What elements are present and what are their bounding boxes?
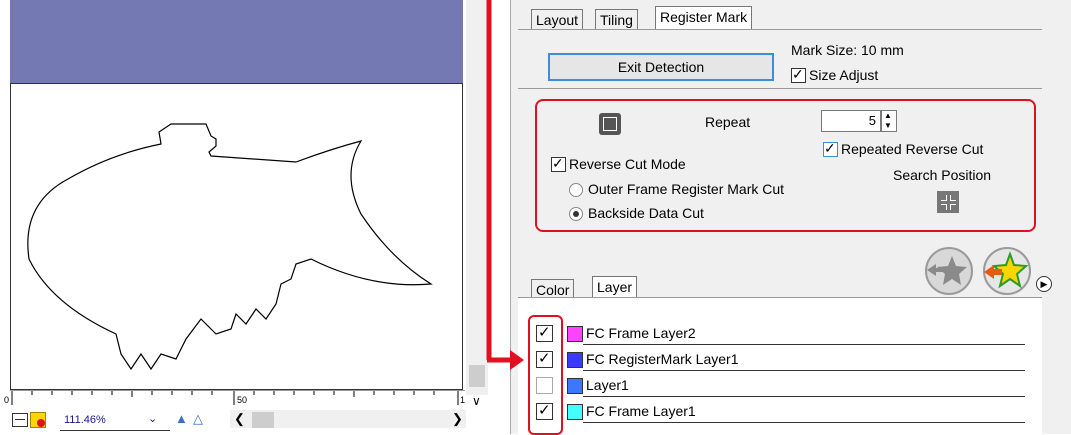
- layer-name: FC Frame Layer2: [586, 325, 696, 341]
- drawing-canvas[interactable]: [10, 83, 463, 390]
- zoom-value: 111.46%: [64, 414, 106, 426]
- reverse-cut-mode-label: Reverse Cut Mode: [569, 156, 686, 172]
- chevron-down-icon[interactable]: ⌄: [148, 412, 157, 425]
- zoom-out-icon[interactable]: ▲: [175, 411, 188, 426]
- repeat-icon[interactable]: [599, 113, 621, 135]
- layer-name: FC Frame Layer1: [586, 403, 696, 419]
- tab-tiling[interactable]: Tiling: [595, 9, 638, 30]
- divider: [583, 370, 1025, 371]
- size-adjust-label: Size Adjust: [809, 67, 879, 83]
- repeat-label: Repeat: [705, 114, 751, 130]
- star-gray-button[interactable]: [922, 246, 976, 296]
- tab-label: Tiling: [600, 12, 633, 28]
- ruler-label-50: 50: [237, 395, 248, 405]
- size-adjust-checkbox[interactable]: [791, 66, 806, 83]
- backside-data-cut-label: Backside Data Cut: [588, 205, 704, 221]
- repeated-reverse-cut-label: Repeated Reverse Cut: [841, 141, 984, 157]
- repeat-value: 5: [868, 113, 876, 128]
- scroll-right-icon[interactable]: ❯: [452, 411, 463, 427]
- outer-frame-label: Outer Frame Register Mark Cut: [588, 181, 785, 197]
- outer-frame-radio[interactable]: [569, 183, 583, 197]
- fish-shape: [27, 123, 433, 371]
- spin-down-icon[interactable]: ▼: [884, 121, 892, 130]
- search-position-label: Search Position: [893, 167, 992, 183]
- reverse-cut-mode-checkbox[interactable]: [551, 155, 566, 172]
- zoom-in-icon[interactable]: △: [193, 411, 203, 427]
- layer-color-swatch: [567, 326, 583, 342]
- divider: [583, 396, 1025, 397]
- fit-width-icon[interactable]: [12, 413, 28, 427]
- divider: [583, 422, 1025, 423]
- star-gold-button[interactable]: [980, 246, 1034, 296]
- fit-page-icon[interactable]: [30, 412, 46, 428]
- tab-label: Color: [536, 282, 570, 298]
- media-header: [10, 0, 463, 83]
- ruler-label-0: 0: [4, 395, 10, 405]
- scroll-down-icon[interactable]: ∨: [472, 394, 481, 408]
- scroll-left-icon[interactable]: ❮: [234, 411, 245, 427]
- spin-up-icon[interactable]: ▲: [884, 111, 892, 120]
- layer-name: FC RegisterMark Layer1: [586, 351, 739, 367]
- layer-color-swatch: [567, 352, 583, 368]
- search-position-icon[interactable]: [937, 191, 959, 213]
- ruler-label-100: 1: [460, 395, 466, 405]
- layer-color-swatch: [567, 378, 583, 394]
- tab-label: Layout: [536, 12, 579, 28]
- horizontal-ruler: 0 50 1: [4, 390, 466, 407]
- exit-detection-button[interactable]: Exit Detection: [548, 53, 774, 81]
- tab-label: Register Mark: [660, 9, 748, 25]
- layer-color-swatch: [567, 404, 583, 420]
- divider: [583, 344, 1025, 345]
- repeat-spinner[interactable]: ▲ ▼: [881, 110, 897, 132]
- repeated-reverse-cut-checkbox[interactable]: [823, 140, 838, 157]
- horizontal-scroll-thumb[interactable]: [252, 412, 274, 428]
- more-options-icon[interactable]: ▶: [1036, 276, 1052, 292]
- divider: [518, 88, 1042, 89]
- highlight-box: [528, 315, 563, 435]
- zoom-select[interactable]: 111.46% ⌄: [60, 412, 170, 431]
- tab-label: Layer: [597, 279, 633, 295]
- repeat-input[interactable]: 5: [821, 110, 881, 132]
- tab-layer[interactable]: Layer: [592, 276, 638, 299]
- tab-layout[interactable]: Layout: [531, 9, 584, 30]
- mark-size-label: Mark Size: 10 mm: [791, 42, 904, 58]
- layer-name: Layer1: [586, 377, 629, 393]
- backside-data-cut-radio[interactable]: [569, 207, 583, 221]
- annotation-arrow: [486, 0, 524, 370]
- tab-register-mark[interactable]: Register Mark: [655, 6, 753, 30]
